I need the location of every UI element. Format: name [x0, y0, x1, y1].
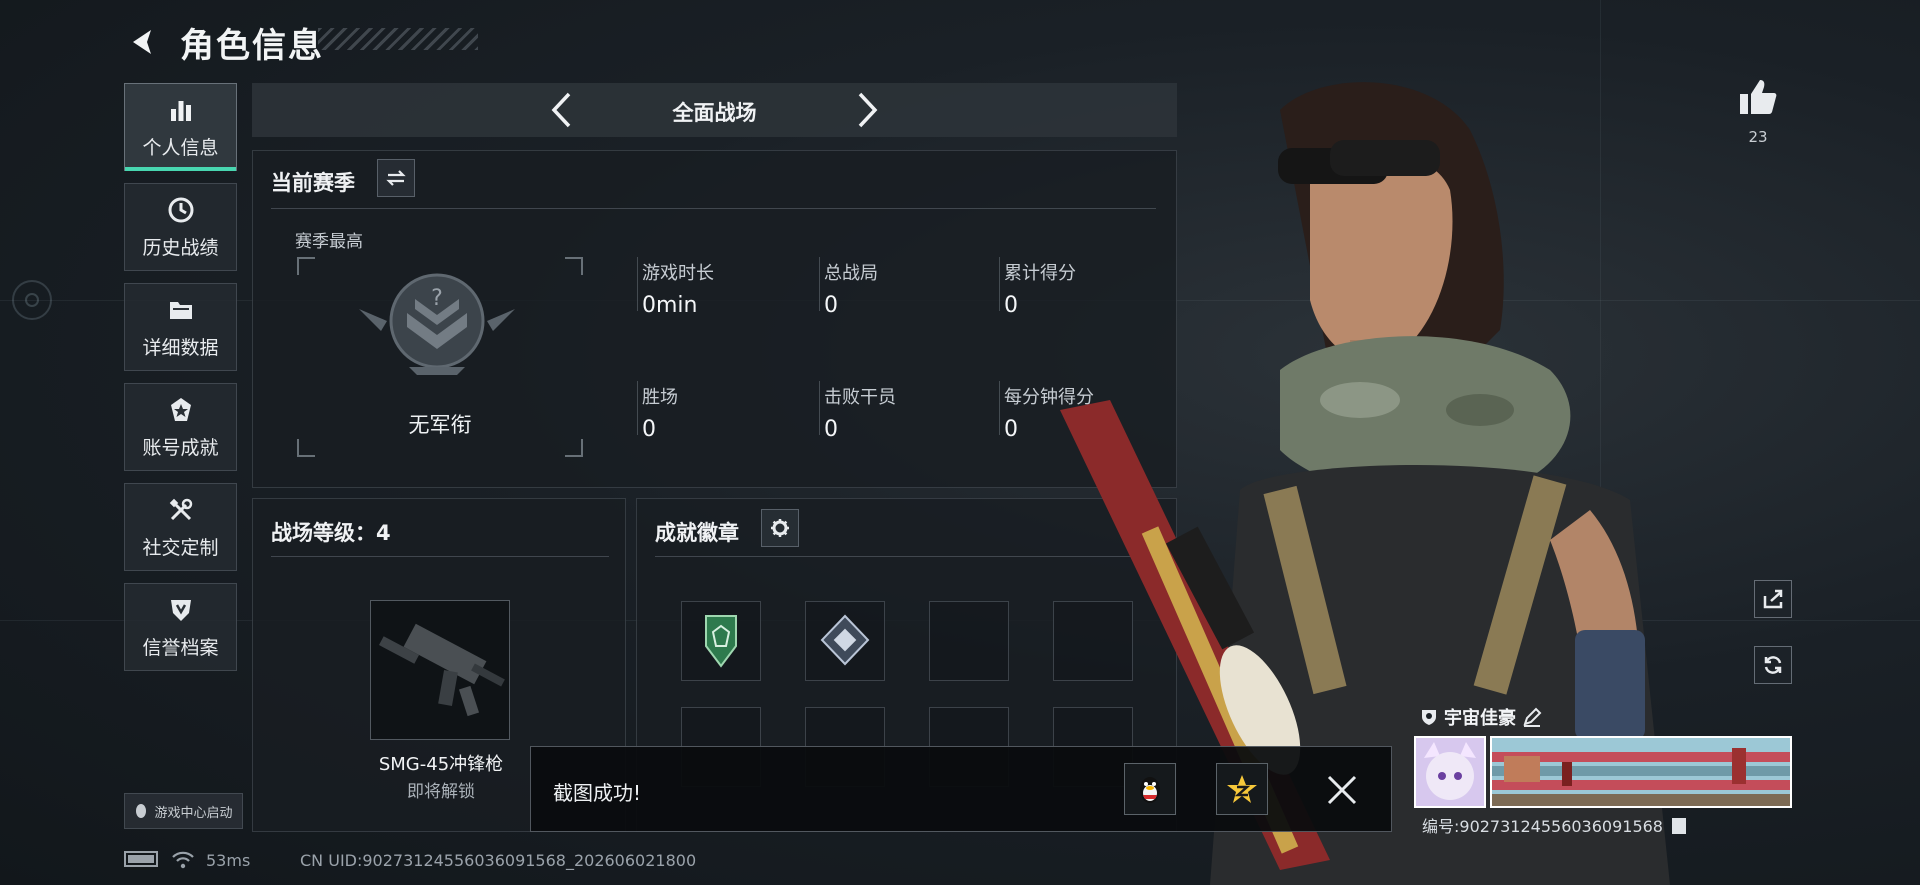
stat-label: 胜场: [642, 387, 678, 408]
screenshot-toast: 截图成功!: [530, 746, 1392, 832]
battery-icon: [124, 851, 158, 867]
season-title: 当前赛季: [271, 171, 355, 195]
gear-icon: [771, 519, 789, 537]
sidebar-item-achievements[interactable]: 账号成就: [124, 383, 237, 471]
sidebar-item-personal-info[interactable]: 个人信息: [124, 83, 237, 171]
refresh-button[interactable]: [1754, 646, 1792, 684]
sidebar-item-detailed-data[interactable]: 详细数据: [124, 283, 237, 371]
sidebar-item-label: 信誉档案: [142, 636, 219, 659]
achievement-badge-slot[interactable]: [805, 601, 885, 681]
uid-text: CN UID:90273124556036091568_202606021800: [300, 851, 697, 870]
sidebar-item-label: 详细数据: [142, 336, 219, 359]
sidebar-item-label: 社交定制: [142, 536, 219, 559]
svg-text:?: ?: [431, 286, 443, 311]
mode-next-button[interactable]: [849, 91, 887, 129]
credit-shield-icon: [170, 599, 191, 621]
achievement-badge-slot[interactable]: [929, 601, 1009, 681]
player-avatar[interactable]: [1414, 736, 1486, 808]
achievement-badge-slot[interactable]: [681, 601, 761, 681]
stat-value: 0: [824, 293, 838, 318]
stat-value: 0min: [642, 293, 698, 318]
tools-icon: [169, 498, 192, 520]
achievement-icon: [170, 397, 191, 421]
toast-message: 截图成功!: [553, 781, 642, 805]
title-decor: [318, 28, 478, 50]
chevron-right-icon: [858, 92, 878, 128]
battlefield-level-label: 战场等级：4: [271, 521, 391, 545]
launch-label: 游戏中心启动: [154, 805, 233, 821]
player-id: 编号:90273124556036091568: [1422, 813, 1687, 837]
ping-text: 53ms: [206, 851, 251, 870]
weapon-name: SMG-45冲锋枪: [378, 754, 504, 775]
rank-name: 无军衔: [408, 413, 472, 437]
stat-label: 击败干员: [824, 387, 896, 408]
green-shield-badge-icon: [705, 615, 737, 668]
stat-value: 0: [824, 417, 838, 442]
weapon-card[interactable]: [370, 600, 510, 740]
stat-value: 0: [1004, 417, 1018, 442]
qq-penguin-icon: [1140, 777, 1160, 803]
like-button[interactable]: 23: [1730, 78, 1786, 146]
qzone-star-icon: [1227, 775, 1257, 803]
season-switch-button[interactable]: [377, 159, 415, 197]
pixel-banner-icon: [1492, 738, 1790, 806]
stat-value: 0: [1004, 293, 1018, 318]
penguin-icon: [136, 804, 147, 818]
season-best-label: 赛季最高: [295, 232, 363, 252]
stat-label: 游戏时长: [642, 263, 714, 284]
stat-label: 总战局: [824, 263, 878, 284]
close-icon[interactable]: [1323, 771, 1361, 809]
thumbs-up-icon: [1740, 80, 1777, 114]
share-qzone-button[interactable]: [1216, 763, 1268, 815]
player-banner[interactable]: [1490, 736, 1792, 808]
back-button[interactable]: [122, 22, 162, 62]
player-name: 宇宙佳豪: [1444, 708, 1516, 729]
sidebar-item-label: 历史战绩: [142, 236, 219, 259]
game-center-launch-badge[interactable]: 游戏中心启动: [124, 793, 243, 829]
player-id-text: 编号:90273124556036091568: [1422, 817, 1663, 836]
sidebar-item-label: 个人信息: [142, 136, 219, 159]
share-qq-button[interactable]: [1124, 763, 1176, 815]
page-title: 角色信息: [180, 26, 324, 66]
diamond-badge-icon: [820, 614, 870, 666]
share-button[interactable]: [1754, 580, 1792, 618]
sidebar-item-social[interactable]: 社交定制: [124, 483, 237, 571]
achievements-settings-button[interactable]: [761, 509, 799, 547]
bar-chart-icon: [170, 100, 191, 121]
share-icon: [1763, 589, 1783, 609]
rank-emblem-icon: ?: [359, 273, 515, 375]
wifi-icon: [172, 851, 194, 873]
avatar-portrait-icon: [1424, 742, 1476, 800]
player-name-row: 宇宙佳豪: [1420, 704, 1542, 730]
swap-icon: [386, 170, 406, 186]
like-count: 23: [1748, 128, 1768, 146]
stat-value: 0: [642, 417, 656, 442]
edit-pencil-icon[interactable]: [1522, 707, 1542, 727]
shield-badge-icon: [1422, 710, 1436, 725]
achievements-title: 成就徽章: [655, 521, 739, 545]
weapon-status: 即将解锁: [407, 782, 475, 802]
back-arrow-icon: [133, 30, 151, 54]
folder-icon: [169, 301, 192, 319]
copy-icon[interactable]: [1672, 818, 1687, 834]
clock-icon: [168, 197, 193, 222]
sidebar-item-label: 账号成就: [142, 436, 219, 459]
scope-decor-icon: [12, 280, 52, 320]
smg-weapon-icon: [378, 623, 505, 717]
sidebar-item-credit[interactable]: 信誉档案: [124, 583, 237, 671]
sidebar-item-history[interactable]: 历史战绩: [124, 183, 237, 271]
refresh-icon: [1764, 656, 1782, 674]
